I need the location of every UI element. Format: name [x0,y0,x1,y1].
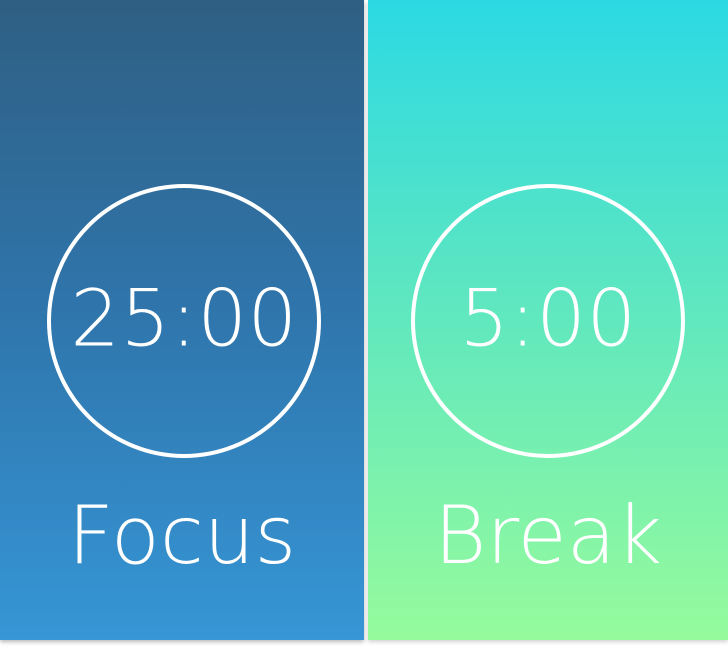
focus-timer-value: 25:00 [70,274,298,365]
pomodoro-app: 25:00 Focus 5:00 Break [0,0,728,648]
focus-timer-button[interactable]: 25:00 [47,184,321,458]
focus-panel[interactable]: 25:00 Focus [0,0,364,640]
break-timer-value: 5:00 [459,274,637,365]
break-mode-label[interactable]: Break [368,496,728,576]
focus-mode-label[interactable]: Focus [0,496,364,576]
break-panel[interactable]: 5:00 Break [368,0,728,640]
break-timer-button[interactable]: 5:00 [411,184,685,458]
